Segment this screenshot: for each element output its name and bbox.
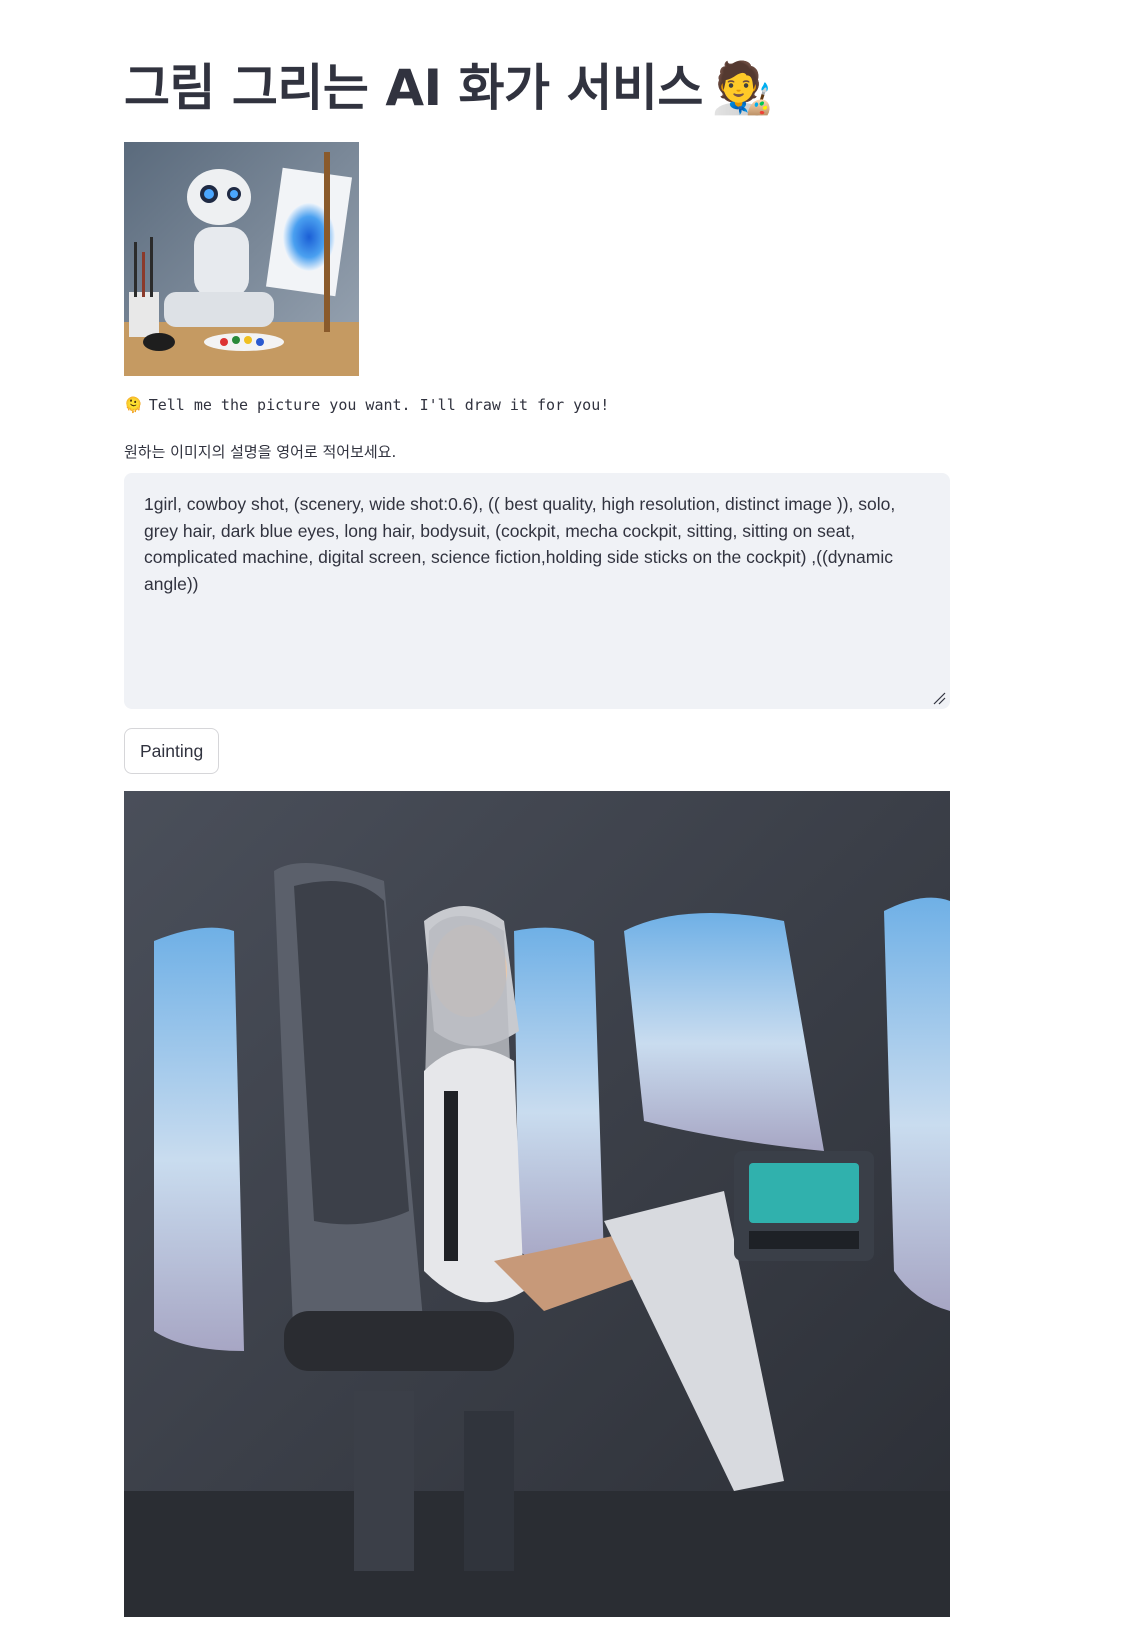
painting-button[interactable]: Painting <box>124 728 220 774</box>
caption-text: 🫠 Tell me the picture you want. I'll draw… <box>124 396 609 414</box>
generated-cockpit-image <box>124 791 950 1617</box>
prompt-label: 원하는 이미지의 설명을 영어로 적어보세요. <box>124 443 397 461</box>
artist-emoji-icon: 🧑‍🎨 <box>710 59 773 117</box>
prompt-textarea-value[interactable]: 1girl, cowboy shot, (scenery, wide shot:… <box>144 491 930 597</box>
melting-face-icon: 🫠 <box>124 396 143 414</box>
robot-painting-image <box>124 142 359 376</box>
resize-handle-icon[interactable] <box>932 691 946 705</box>
prompt-textarea[interactable]: 1girl, cowboy shot, (scenery, wide shot:… <box>124 473 950 709</box>
page-title-text: 그림 그리는 AI 화가 서비스 <box>124 59 703 117</box>
page-title: 그림 그리는 AI 화가 서비스 🧑‍🎨 <box>124 52 773 124</box>
caption-message: Tell me the picture you want. I'll draw … <box>148 396 610 414</box>
